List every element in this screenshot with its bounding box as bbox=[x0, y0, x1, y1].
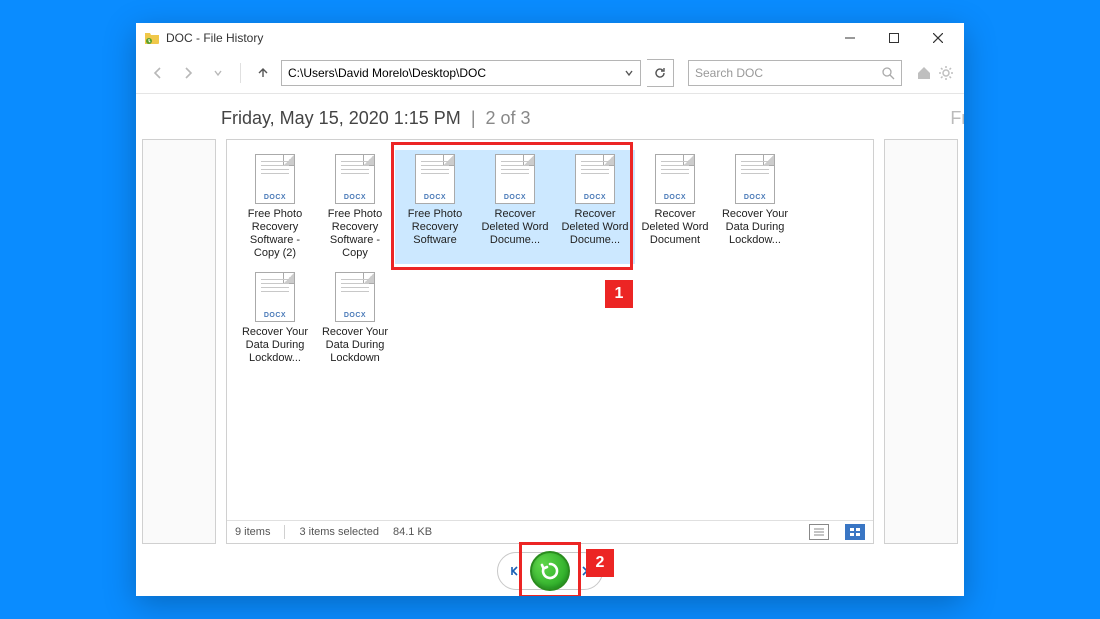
callout-2: 2 bbox=[586, 549, 614, 577]
file-ext-badge: DOCX bbox=[256, 312, 294, 319]
restore-button[interactable] bbox=[530, 551, 570, 591]
file-item[interactable]: DOCX Recover Deleted Word Document bbox=[635, 150, 715, 264]
file-label: Recover Your Data During Lockdow... bbox=[718, 208, 792, 247]
file-item[interactable]: DOCX Recover Your Data During Lockdow... bbox=[235, 268, 315, 369]
file-ext-badge: DOCX bbox=[656, 194, 694, 201]
back-button[interactable] bbox=[146, 61, 170, 85]
gear-icon[interactable] bbox=[938, 65, 954, 81]
status-item-count: 9 items bbox=[235, 526, 270, 538]
separator bbox=[240, 63, 241, 83]
file-ext-badge: DOCX bbox=[336, 312, 374, 319]
date-text: Friday, May 15, 2020 1:15 PM bbox=[221, 108, 461, 128]
search-box[interactable] bbox=[688, 60, 902, 86]
docx-file-icon: DOCX bbox=[335, 272, 375, 322]
file-item[interactable]: DOCX Recover Deleted Word Docume... bbox=[475, 150, 555, 264]
file-label: Recover Your Data During Lockdow... bbox=[238, 326, 312, 365]
search-icon[interactable] bbox=[882, 67, 895, 80]
docx-file-icon: DOCX bbox=[415, 154, 455, 204]
file-ext-badge: DOCX bbox=[576, 194, 614, 201]
folder-history-icon bbox=[144, 30, 160, 46]
status-selected: 3 items selected bbox=[299, 526, 378, 538]
maximize-button[interactable] bbox=[872, 23, 916, 53]
main-file-pane: 1 DOCX Free Photo Recovery Software - Cop… bbox=[226, 139, 874, 544]
address-bar[interactable] bbox=[281, 60, 641, 86]
window-title: DOC - File History bbox=[166, 31, 263, 45]
address-input[interactable] bbox=[288, 66, 620, 80]
right-icons bbox=[916, 65, 954, 81]
prev-version-pane[interactable] bbox=[142, 139, 216, 544]
file-label: Recover Deleted Word Document bbox=[638, 208, 712, 247]
callout-1: 1 bbox=[605, 280, 633, 308]
details-view-button[interactable] bbox=[809, 524, 829, 540]
file-label: Free Photo Recovery Software - Copy bbox=[318, 208, 392, 260]
recent-dropdown-icon[interactable] bbox=[206, 61, 230, 85]
file-label: Recover Your Data During Lockdown bbox=[318, 326, 392, 365]
next-version-pane[interactable] bbox=[884, 139, 958, 544]
version-header: Friday, May 15, 2020 1:15 PM | 2 of 3 Fr… bbox=[136, 94, 964, 139]
close-button[interactable] bbox=[916, 23, 960, 53]
titlebar: DOC - File History bbox=[136, 23, 964, 53]
bottom-controls: 2 bbox=[136, 546, 964, 596]
file-item[interactable]: DOCX Recover Your Data During Lockdow... bbox=[715, 150, 795, 264]
file-history-window: DOC - File History Friday, May 15, 2020 … bbox=[136, 23, 964, 596]
status-bar: 9 items 3 items selected 84.1 KB bbox=[227, 520, 873, 543]
status-size: 84.1 KB bbox=[393, 526, 432, 538]
file-label: Free Photo Recovery Software bbox=[398, 208, 472, 247]
file-ext-badge: DOCX bbox=[736, 194, 774, 201]
page-indicator: 2 of 3 bbox=[486, 108, 531, 128]
search-input[interactable] bbox=[695, 66, 882, 80]
minimize-button[interactable] bbox=[828, 23, 872, 53]
docx-file-icon: DOCX bbox=[255, 154, 295, 204]
file-item[interactable]: DOCX Free Photo Recovery Software - Copy … bbox=[235, 150, 315, 264]
chevron-down-icon[interactable] bbox=[624, 68, 634, 78]
file-label: Free Photo Recovery Software - Copy (2) bbox=[238, 208, 312, 260]
refresh-button[interactable] bbox=[647, 59, 674, 87]
docx-file-icon: DOCX bbox=[575, 154, 615, 204]
panes: 1 DOCX Free Photo Recovery Software - Cop… bbox=[136, 139, 964, 550]
next-version-label: Friday, bbox=[950, 108, 964, 129]
file-ext-badge: DOCX bbox=[496, 194, 534, 201]
file-label: Recover Deleted Word Docume... bbox=[558, 208, 632, 247]
content-area: Friday, May 15, 2020 1:15 PM | 2 of 3 Fr… bbox=[136, 94, 964, 596]
file-item[interactable]: DOCX Recover Your Data During Lockdown bbox=[315, 268, 395, 369]
nav-previous-button[interactable] bbox=[506, 562, 524, 580]
date-info: Friday, May 15, 2020 1:15 PM | 2 of 3 bbox=[221, 108, 531, 129]
docx-file-icon: DOCX bbox=[735, 154, 775, 204]
docx-file-icon: DOCX bbox=[335, 154, 375, 204]
file-item[interactable]: DOCX Recover Deleted Word Docume... bbox=[555, 150, 635, 264]
docx-file-icon: DOCX bbox=[655, 154, 695, 204]
file-label: Recover Deleted Word Docume... bbox=[478, 208, 552, 247]
file-item[interactable]: DOCX Free Photo Recovery Software bbox=[395, 150, 475, 264]
file-ext-badge: DOCX bbox=[256, 194, 294, 201]
docx-file-icon: DOCX bbox=[495, 154, 535, 204]
up-button[interactable] bbox=[251, 61, 275, 85]
docx-file-icon: DOCX bbox=[255, 272, 295, 322]
file-grid[interactable]: 1 DOCX Free Photo Recovery Software - Cop… bbox=[227, 140, 873, 520]
file-ext-badge: DOCX bbox=[416, 194, 454, 201]
home-icon[interactable] bbox=[916, 65, 932, 81]
icons-view-button[interactable] bbox=[845, 524, 865, 540]
toolbar bbox=[136, 53, 964, 94]
forward-button[interactable] bbox=[176, 61, 200, 85]
file-ext-badge: DOCX bbox=[336, 194, 374, 201]
file-item[interactable]: DOCX Free Photo Recovery Software - Copy bbox=[315, 150, 395, 264]
